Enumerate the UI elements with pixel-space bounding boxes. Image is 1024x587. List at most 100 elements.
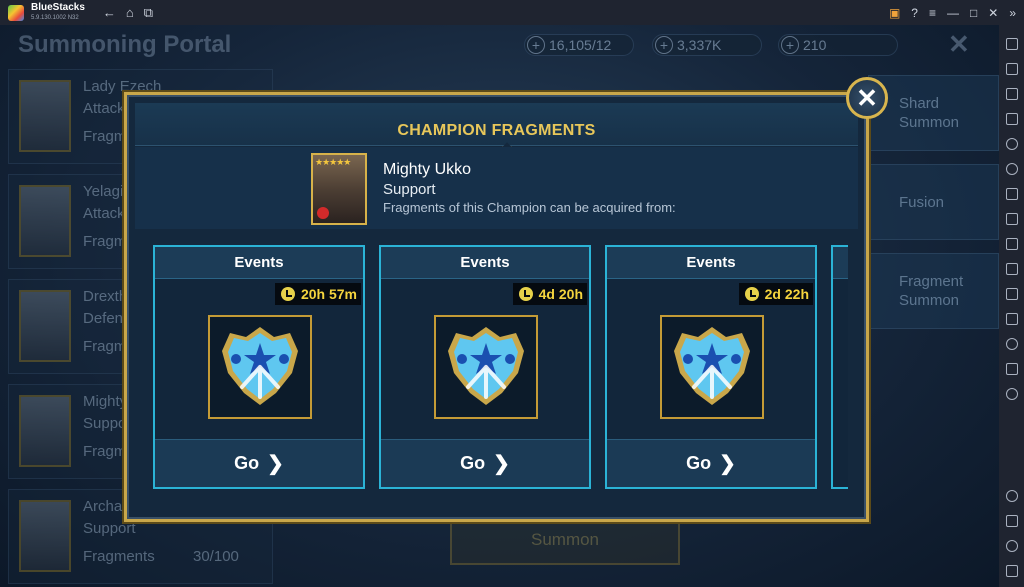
menu-line: Shard bbox=[899, 95, 940, 112]
event-card: Events 2d 22h Go ❯ bbox=[605, 245, 817, 489]
close-icon: ✕ bbox=[856, 82, 878, 113]
event-timer: 20h 57m bbox=[274, 283, 361, 305]
help-icon[interactable]: ? bbox=[911, 6, 918, 20]
screenshot-icon[interactable] bbox=[1005, 238, 1018, 250]
close-dialog-button[interactable]: ✕ bbox=[846, 77, 888, 119]
back-icon[interactable]: ← bbox=[103, 5, 116, 21]
gems-counter: + 210 bbox=[778, 34, 898, 56]
chevron-right-icon: ❯ bbox=[267, 453, 284, 475]
event-timer: 2d 22h bbox=[738, 283, 813, 305]
dialog-title: CHAMPION FRAGMENTS bbox=[397, 122, 596, 139]
clock-icon bbox=[518, 287, 533, 301]
card-title bbox=[833, 247, 848, 279]
champion-portrait: ★★★★★ bbox=[311, 153, 367, 225]
add-silver-icon[interactable]: + bbox=[655, 36, 673, 54]
home-icon[interactable]: ⌂ bbox=[126, 5, 134, 21]
close-window-icon[interactable]: ✕ bbox=[988, 6, 998, 20]
add-gems-icon[interactable]: + bbox=[781, 36, 799, 54]
star-rating: ★★★★★ bbox=[315, 157, 351, 167]
timer-value: 2d 22h bbox=[764, 286, 809, 302]
go-button[interactable]: Go ❯ bbox=[381, 439, 589, 487]
fragments-label: Fragm bbox=[83, 338, 127, 355]
fragment-summon-button[interactable]: Fragment Summon bbox=[868, 253, 999, 329]
home-circle-icon[interactable] bbox=[1005, 540, 1018, 552]
card-title: Events bbox=[381, 247, 589, 279]
eraser-icon[interactable] bbox=[1005, 313, 1018, 325]
apk-icon[interactable] bbox=[1005, 113, 1018, 125]
volume-icon[interactable] bbox=[1005, 63, 1018, 75]
silver-counter: + 3,337K bbox=[652, 34, 762, 56]
timer-value: 4d 20h bbox=[538, 286, 583, 302]
champion-thumbnail bbox=[19, 500, 71, 572]
bluestacks-logo-icon bbox=[8, 4, 24, 21]
app-title: BlueStacks 5.9.130.1002 N32 bbox=[31, 2, 85, 23]
recent-apps-icon[interactable] bbox=[1005, 565, 1018, 577]
card-title: Events bbox=[155, 247, 363, 279]
faction-skull-icon bbox=[317, 207, 329, 219]
menu-icon[interactable]: ≡ bbox=[929, 6, 936, 20]
menu-line: Summon bbox=[899, 292, 960, 309]
gift-icon[interactable]: ▣ bbox=[889, 6, 900, 20]
menu-line: Fusion bbox=[899, 193, 945, 211]
go-button[interactable]: Go ❯ bbox=[607, 439, 815, 487]
champion-thumbnail bbox=[19, 185, 71, 257]
event-card-partial[interactable] bbox=[831, 245, 848, 489]
champion-info: ★★★★★ Mighty Ukko Support Fragments of t… bbox=[135, 147, 858, 229]
screen-record-icon[interactable] bbox=[1005, 213, 1018, 225]
champion-name: Mighty bbox=[83, 393, 128, 410]
source-cards: Events 20h 57m Go ❯ Events 4d 20h Go ❯ E… bbox=[153, 245, 848, 491]
dialog-header: CHAMPION FRAGMENTS bbox=[135, 103, 858, 154]
multi-window-icon[interactable] bbox=[1005, 288, 1018, 300]
keyboard-icon[interactable] bbox=[1005, 38, 1018, 50]
champion-thumbnail bbox=[19, 80, 71, 152]
macro-icon[interactable] bbox=[1005, 138, 1018, 150]
champion-name: Mighty Ukko bbox=[383, 161, 472, 178]
multi-instance-icon[interactable]: ⧉ bbox=[144, 5, 153, 21]
source-description: Fragments of this Champion can be acquir… bbox=[383, 200, 676, 215]
champion-role: Support bbox=[83, 520, 136, 537]
event-timer: 4d 20h bbox=[512, 283, 587, 305]
location-icon[interactable] bbox=[1005, 338, 1018, 350]
media-icon[interactable] bbox=[1005, 88, 1018, 100]
close-portal-icon[interactable]: ✕ bbox=[948, 29, 970, 60]
fragments-label: Fragments bbox=[83, 548, 155, 565]
menu-line: Summon bbox=[899, 114, 960, 131]
shard-summon-button[interactable]: Shard Summon bbox=[868, 75, 999, 151]
expand-icon[interactable]: » bbox=[1009, 6, 1016, 20]
maximize-icon[interactable]: □ bbox=[970, 6, 977, 20]
event-card: Events 20h 57m Go ❯ bbox=[153, 245, 365, 489]
champion-role: Attack bbox=[83, 205, 125, 222]
fragments-label: Fragm bbox=[83, 128, 127, 145]
go-label: Go bbox=[234, 453, 260, 473]
fusion-button[interactable]: Fusion bbox=[868, 164, 999, 240]
settings-icon[interactable] bbox=[1005, 490, 1018, 502]
summon-button[interactable]: Summon bbox=[450, 515, 680, 565]
clock-icon bbox=[280, 287, 295, 301]
energy-value: 16,105/12 bbox=[549, 37, 612, 53]
chevron-right-icon: ❯ bbox=[493, 453, 510, 475]
menu-line: Fragment bbox=[899, 273, 964, 290]
gamepad-icon[interactable] bbox=[1005, 188, 1018, 200]
add-energy-icon[interactable]: + bbox=[527, 36, 545, 54]
bluestacks-window: BlueStacks 5.9.130.1002 N32 ← ⌂ ⧉ ▣ ? ≡ … bbox=[0, 0, 1024, 587]
back-arrow-icon[interactable] bbox=[1005, 515, 1018, 527]
minimize-icon[interactable]: — bbox=[947, 6, 959, 20]
champion-role: Attack bbox=[83, 100, 125, 117]
energy-counter: + 16,105/12 bbox=[524, 34, 634, 56]
layers-icon[interactable] bbox=[1005, 363, 1018, 375]
champion-thumbnail bbox=[19, 290, 71, 362]
star-shield-icon bbox=[674, 327, 750, 405]
star-shield-icon bbox=[222, 327, 298, 405]
window-controls: ▣ ? ≡ — □ ✕ » bbox=[889, 0, 1016, 25]
chevron-right-icon: ❯ bbox=[719, 453, 736, 475]
go-button[interactable]: Go ❯ bbox=[155, 439, 363, 487]
event-card: Events 4d 20h Go ❯ bbox=[379, 245, 591, 489]
card-title: Events bbox=[607, 247, 815, 279]
speed-icon[interactable] bbox=[1005, 388, 1018, 400]
title-nav: ← ⌂ ⧉ bbox=[103, 5, 153, 21]
page-title: Summoning Portal bbox=[18, 31, 232, 58]
silver-value: 3,337K bbox=[677, 37, 722, 53]
champion-name: Archa bbox=[83, 498, 123, 515]
sync-icon[interactable] bbox=[1005, 163, 1018, 175]
folder-icon[interactable] bbox=[1005, 263, 1018, 275]
